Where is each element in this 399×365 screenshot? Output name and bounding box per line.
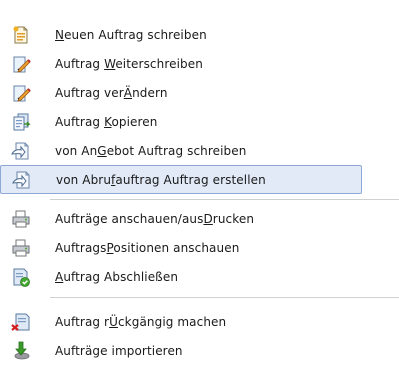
- edit-pencil-icon: [13, 56, 31, 73]
- copy-document-icon: [13, 113, 31, 130]
- menu-item-rueckgaengig[interactable]: Auftrag rÜckgängig machen: [0, 307, 362, 336]
- import-arrow-icon: [14, 341, 30, 359]
- menu-item-label: Neuen Auftrag schreiben: [55, 27, 207, 42]
- menu-item-abschliessen[interactable]: Auftrag Abschließen: [0, 262, 362, 291]
- menu-item-label: Aufträge importieren: [55, 343, 183, 358]
- menu-item-label: von Abrufauftrag Auftrag erstellen: [56, 172, 266, 187]
- menu-item-label: Aufträge anschauen/ausDrucken: [55, 211, 255, 226]
- printer-icon: [12, 210, 30, 227]
- menu-item-neuen-auftrag[interactable]: Neuen Auftrag schreiben: [0, 20, 362, 49]
- menu-item-importieren[interactable]: Aufträge importieren: [0, 336, 362, 365]
- document-arrow-icon: [12, 171, 30, 188]
- menu-item-aendern[interactable]: Auftrag verÄndern: [0, 78, 362, 107]
- edit-pencil-icon: [13, 85, 31, 102]
- menu-item-label: AuftragsPositionen anschauen: [55, 240, 240, 255]
- menu-item-label: von AnGebot Auftrag schreiben: [55, 143, 247, 158]
- document-check-icon: [13, 268, 30, 287]
- menu-item-weiterschreiben[interactable]: Auftrag Weiterschreiben: [0, 49, 362, 78]
- document-undo-icon: [11, 313, 30, 331]
- menu-item-label: Auftrag Abschließen: [55, 269, 179, 284]
- menu-item-von-abrufauftrag[interactable]: von Abrufauftrag Auftrag erstellen: [0, 165, 362, 194]
- menu-item-von-angebot[interactable]: von AnGebot Auftrag schreiben: [0, 136, 362, 165]
- menu-item-label: Auftrag Kopieren: [55, 114, 158, 129]
- new-document-icon: [13, 26, 28, 43]
- menu-separator: [50, 297, 399, 299]
- printer-icon: [12, 239, 30, 256]
- menu-item-label: Auftrag verÄndern: [55, 85, 168, 100]
- menu-item-kopieren[interactable]: Auftrag Kopieren: [0, 107, 362, 136]
- document-arrow-icon: [11, 142, 29, 159]
- context-menu: Neuen Auftrag schreiben Auftrag Weitersc…: [0, 0, 399, 362]
- menu-item-positionen-anschauen[interactable]: AuftragsPositionen anschauen: [0, 233, 362, 262]
- menu-item-anschauen-ausdrucken[interactable]: Aufträge anschauen/ausDrucken: [0, 204, 362, 233]
- menu-item-label: Auftrag rÜckgängig machen: [55, 314, 227, 329]
- menu-separator: [50, 199, 399, 201]
- menu-item-label: Auftrag Weiterschreiben: [55, 56, 203, 71]
